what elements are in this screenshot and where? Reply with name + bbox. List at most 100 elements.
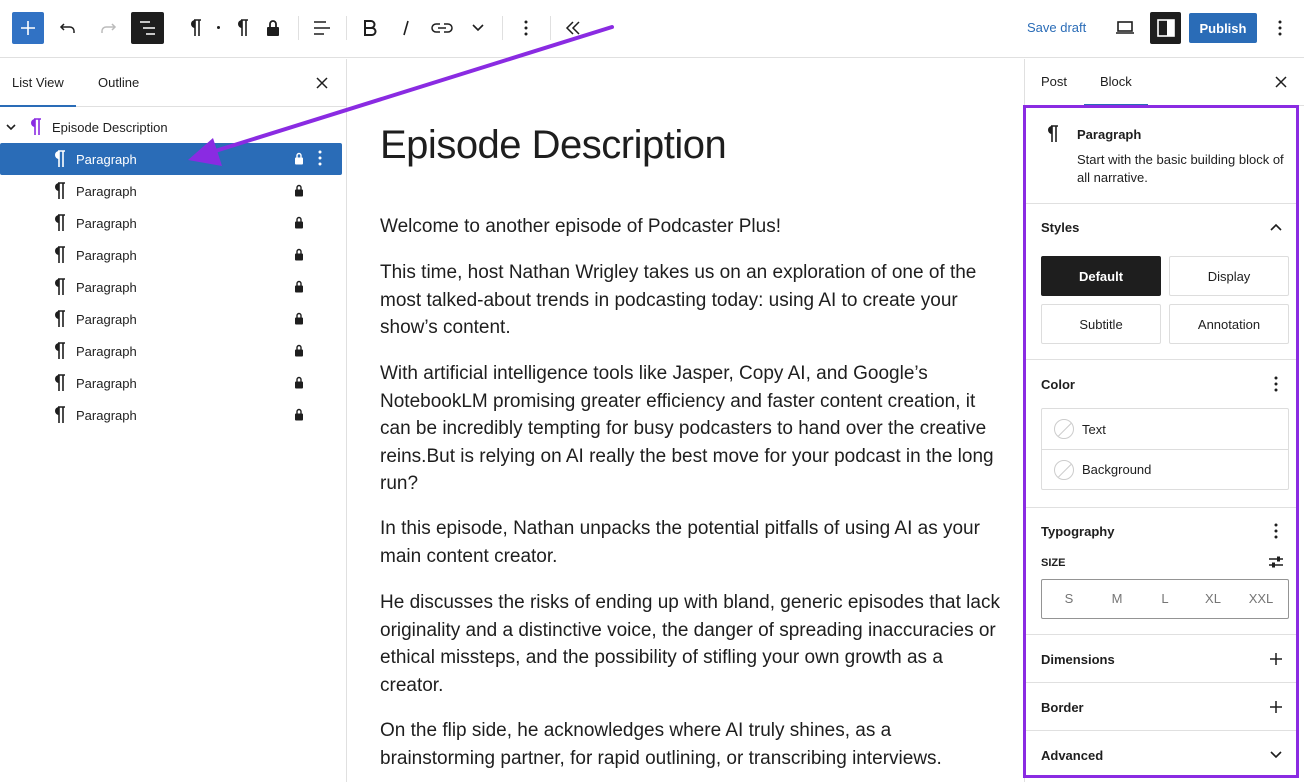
chevron-down-icon: [472, 24, 484, 32]
typography-options-button[interactable]: [1266, 521, 1286, 541]
more-vertical-icon: [1274, 523, 1278, 539]
style-annotation-button[interactable]: Annotation: [1169, 304, 1289, 344]
size-s-option[interactable]: S: [1045, 580, 1093, 618]
color-swatch-icon: [1054, 419, 1074, 439]
link-icon: [431, 23, 453, 33]
list-item-paragraph[interactable]: Paragraph: [0, 175, 342, 207]
background-color-item[interactable]: Background: [1042, 449, 1288, 489]
lock-icon: [295, 184, 303, 197]
toolbar-divider: [298, 16, 299, 40]
chevron-down-icon[interactable]: [4, 120, 18, 134]
font-size-picker: S M L XL XXL: [1041, 579, 1289, 619]
lock-icon: [295, 344, 303, 357]
dimensions-panel-title[interactable]: Dimensions: [1041, 652, 1115, 667]
font-size-label: SIZE: [1041, 557, 1066, 569]
paragraph-transform-button[interactable]: [231, 12, 253, 44]
tab-outline[interactable]: Outline: [86, 59, 151, 106]
list-item-label: Paragraph: [76, 344, 137, 359]
list-item-paragraph[interactable]: Paragraph: [0, 367, 342, 399]
save-draft-button[interactable]: Save draft: [1020, 12, 1093, 44]
color-panel-title: Color: [1041, 377, 1075, 392]
pilcrow-icon: [1048, 125, 1058, 142]
preview-button[interactable]: [1112, 12, 1138, 44]
list-view-icon: [139, 21, 155, 35]
list-item-label: Paragraph: [76, 184, 137, 199]
lock-icon: [295, 312, 303, 325]
border-add-button[interactable]: [1266, 697, 1286, 717]
panel-divider: [1026, 634, 1298, 635]
list-item-paragraph[interactable]: Paragraph: [0, 207, 342, 239]
dimensions-add-button[interactable]: [1266, 649, 1286, 669]
list-item-paragraph[interactable]: Paragraph: [0, 303, 342, 335]
list-item-paragraph[interactable]: Paragraph: [0, 271, 342, 303]
typography-panel-title: Typography: [1041, 524, 1115, 539]
settings-button[interactable]: [1150, 12, 1181, 44]
add-block-button[interactable]: [12, 12, 44, 44]
panel-divider: [1026, 203, 1298, 204]
list-item-paragraph[interactable]: Paragraph: [0, 239, 342, 271]
redo-button[interactable]: [96, 12, 120, 44]
pilcrow-icon: [191, 19, 201, 36]
list-item-paragraph[interactable]: Paragraph: [0, 399, 342, 431]
block-card-title: Paragraph: [1077, 127, 1142, 142]
panel-divider: [1026, 682, 1298, 683]
style-subtitle-button[interactable]: Subtitle: [1041, 304, 1161, 344]
styles-panel-title[interactable]: Styles: [1041, 220, 1079, 235]
paragraph-block[interactable]: With artificial intelligence tools like …: [380, 360, 1000, 498]
styles-toggle[interactable]: [1266, 217, 1286, 237]
undo-icon: [59, 23, 75, 33]
list-item-paragraph[interactable]: Paragraph: [0, 143, 342, 175]
paragraph-block[interactable]: Welcome to another episode of Podcaster …: [380, 213, 1000, 241]
close-settings-button[interactable]: [1269, 70, 1293, 94]
color-swatch-icon: [1054, 459, 1074, 480]
more-vertical-icon: [1274, 376, 1278, 392]
align-button[interactable]: [310, 12, 334, 44]
paragraph-block[interactable]: In this episode, Nathan unpacks the pote…: [380, 515, 1000, 570]
advanced-toggle[interactable]: [1266, 745, 1286, 765]
custom-size-button[interactable]: [1266, 552, 1286, 572]
close-list-view-button[interactable]: [310, 71, 334, 95]
settings-tabs: Post Block: [1025, 59, 1304, 106]
settings-sliders-icon: [1269, 556, 1283, 568]
italic-button[interactable]: [394, 12, 418, 44]
advanced-panel-title[interactable]: Advanced: [1041, 748, 1103, 763]
link-button[interactable]: [428, 12, 456, 44]
tab-post[interactable]: Post: [1025, 59, 1083, 105]
undo-button[interactable]: [56, 12, 80, 44]
size-xl-option[interactable]: XL: [1189, 580, 1237, 618]
bold-button[interactable]: [358, 12, 382, 44]
size-m-option[interactable]: M: [1093, 580, 1141, 618]
paragraph-block[interactable]: He discusses the risks of ending up with…: [380, 589, 1000, 699]
color-options-button[interactable]: [1266, 374, 1286, 394]
post-title[interactable]: Episode Description: [380, 123, 727, 168]
pilcrow-icon: [55, 214, 65, 231]
style-display-button[interactable]: Display: [1169, 256, 1289, 296]
list-item-paragraph[interactable]: Paragraph: [0, 335, 342, 367]
list-item-group[interactable]: Episode Description: [0, 111, 342, 143]
publish-button[interactable]: Publish: [1189, 13, 1257, 43]
text-color-label: Text: [1082, 421, 1106, 437]
lock-button[interactable]: [262, 12, 284, 44]
collapse-toolbar-button[interactable]: [560, 12, 586, 44]
paragraph-block[interactable]: On the flip side, he acknowledges where …: [380, 717, 1000, 772]
size-xxl-option[interactable]: XXL: [1237, 580, 1285, 618]
laptop-icon: [1116, 21, 1134, 34]
plus-icon: [21, 21, 35, 35]
more-formatting-button[interactable]: [466, 12, 490, 44]
editor-canvas[interactable]: Episode Description Welcome to another e…: [348, 59, 1024, 782]
tab-list-view[interactable]: List View: [0, 59, 76, 107]
options-button[interactable]: [1270, 12, 1290, 44]
list-item-label: Paragraph: [76, 280, 137, 295]
paragraph-block[interactable]: This time, host Nathan Wrigley takes us …: [380, 259, 1000, 342]
block-options-button[interactable]: [514, 12, 538, 44]
plus-icon: [1270, 701, 1282, 713]
more-vertical-icon[interactable]: [318, 150, 322, 166]
block-type-button[interactable]: [184, 12, 206, 44]
size-l-option[interactable]: L: [1141, 580, 1189, 618]
border-panel-title[interactable]: Border: [1041, 700, 1084, 715]
style-default-button[interactable]: Default: [1041, 256, 1161, 296]
align-left-icon: [314, 21, 330, 35]
text-color-item[interactable]: Text: [1042, 409, 1288, 449]
list-view-button[interactable]: [131, 12, 164, 44]
tab-block[interactable]: Block: [1084, 59, 1148, 106]
